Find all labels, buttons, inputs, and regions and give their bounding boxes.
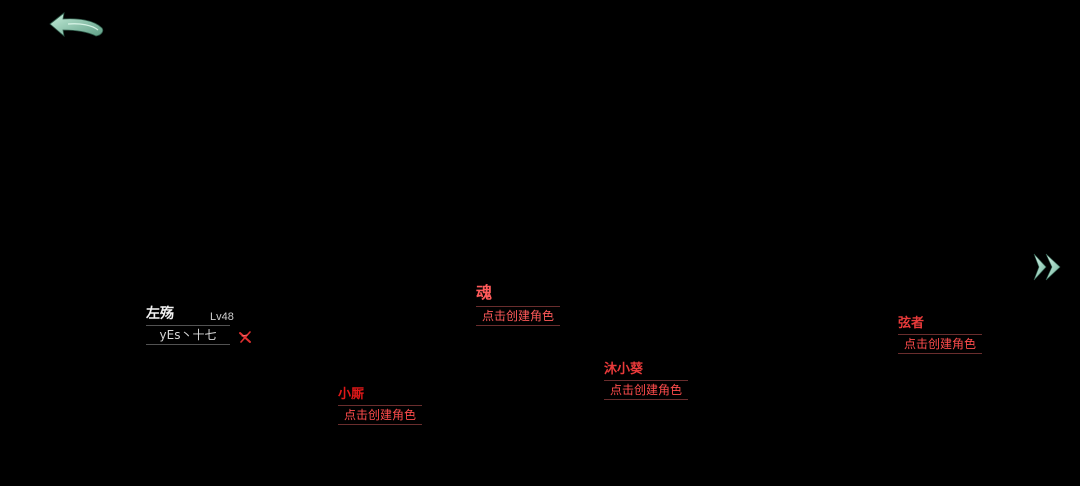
create-character-label[interactable]: 点击创建角色 — [604, 380, 689, 400]
create-slot-xianzhe[interactable]: 弦者 点击创建角色 — [898, 316, 983, 354]
delete-cross-glyph — [239, 331, 251, 343]
create-slot-hun[interactable]: 魂 点击创建角色 — [476, 283, 561, 326]
character-player-name: yEs丶十七 — [146, 325, 230, 345]
slot-class-name: 沐小葵 — [604, 362, 644, 377]
create-character-label[interactable]: 点击创建角色 — [898, 334, 983, 354]
slot-class-name: 小厮 — [338, 387, 365, 402]
character-class-name: 左殇 — [146, 306, 174, 322]
slot-class-name: 弦者 — [898, 316, 925, 331]
create-slot-muxiaokui[interactable]: 沐小葵 点击创建角色 — [604, 362, 689, 400]
character-slot-existing[interactable]: 左殇 Lv48 yEs丶十七 — [146, 307, 256, 345]
next-page-button[interactable] — [1028, 248, 1070, 286]
create-character-label[interactable]: 点击创建角色 — [476, 306, 561, 326]
back-arrow-icon — [49, 12, 104, 38]
create-character-label[interactable]: 点击创建角色 — [338, 405, 423, 425]
back-button[interactable] — [44, 8, 108, 44]
delete-mark-icon[interactable] — [238, 329, 252, 343]
double-chevron-right-icon — [1033, 253, 1061, 281]
slot-class-name: 魂 — [476, 283, 493, 302]
create-slot-xiaosi[interactable]: 小厮 点击创建角色 — [338, 387, 423, 425]
character-level: Lv48 — [210, 311, 234, 323]
